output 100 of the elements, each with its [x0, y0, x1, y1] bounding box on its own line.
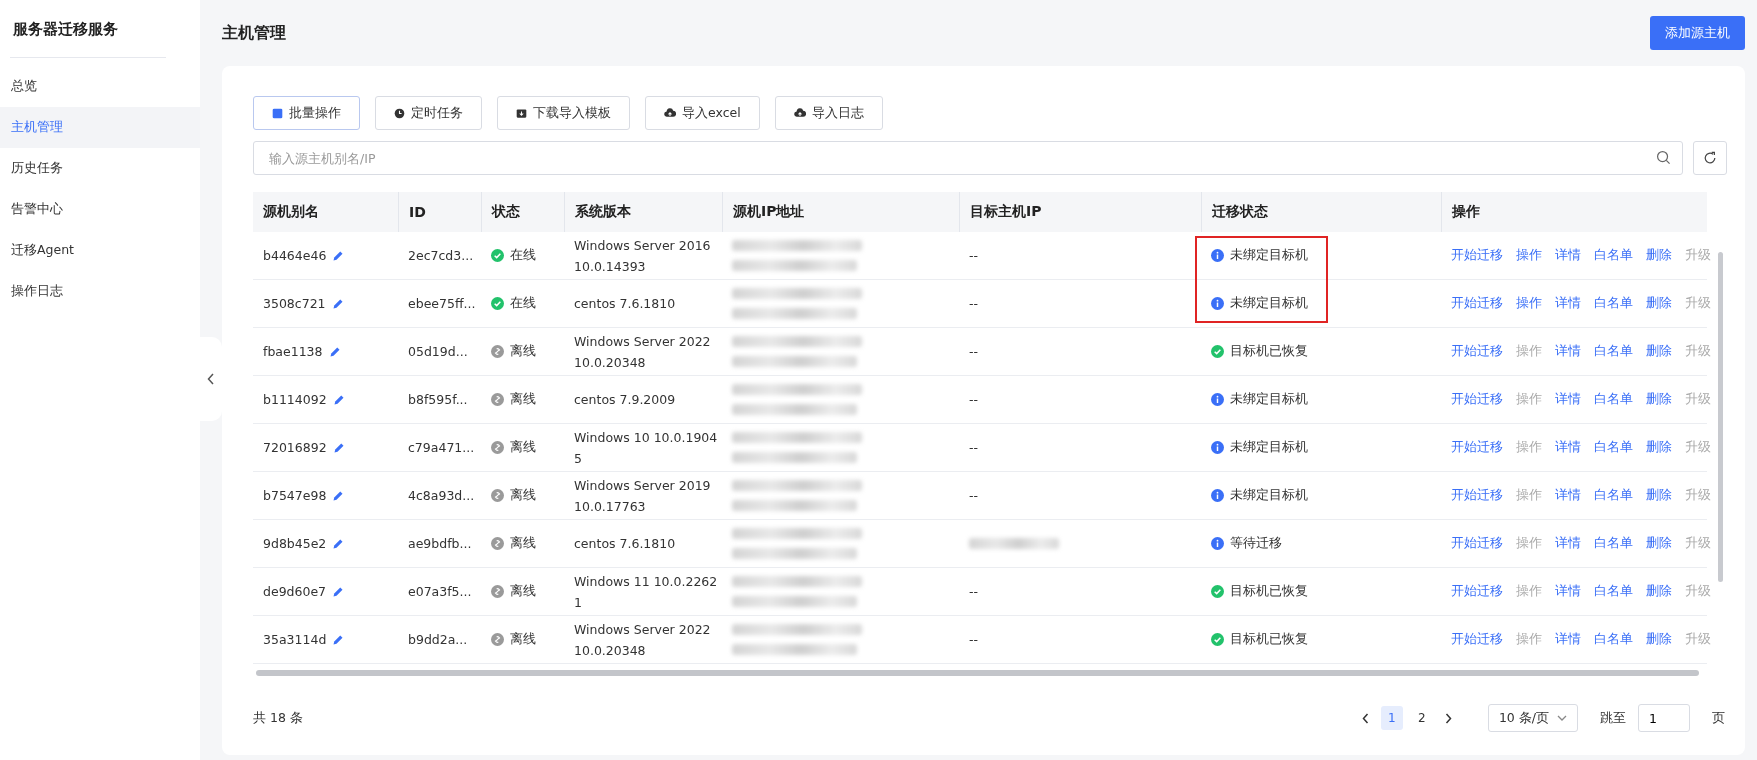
page-button[interactable]: 2 — [1410, 706, 1433, 730]
action-link[interactable]: 白名单 — [1594, 247, 1633, 264]
action-link[interactable]: 开始迁移 — [1451, 295, 1503, 312]
action-link[interactable]: 详情 — [1555, 295, 1581, 312]
sidebar-item[interactable]: 总览 — [0, 66, 200, 107]
clock-icon — [394, 107, 405, 119]
action-link[interactable]: 删除 — [1646, 391, 1672, 408]
host-alias: 9d8b45e2 — [263, 536, 327, 551]
sidebar-item[interactable]: 操作日志 — [0, 271, 200, 312]
chevron-right-icon — [1444, 712, 1452, 724]
action-link[interactable]: 白名单 — [1594, 583, 1633, 600]
jump-label: 跳至 — [1600, 709, 1626, 727]
sidebar-item[interactable]: 迁移Agent — [0, 230, 200, 271]
sidebar-item[interactable]: 告警中心 — [0, 189, 200, 230]
page-size-select[interactable]: 10 条/页 — [1487, 704, 1578, 732]
unlink-icon — [491, 585, 504, 598]
host-id: ebee75ff... — [408, 296, 476, 311]
action-link[interactable]: 操作 — [1516, 247, 1542, 264]
pencil-icon — [332, 489, 345, 502]
action-link[interactable]: 白名单 — [1594, 343, 1633, 360]
page-button[interactable]: 1 — [1380, 706, 1403, 730]
os-version: Windows 10 10.0.19045 — [574, 428, 719, 468]
toolbar-button[interactable]: 下载导入模板 — [497, 96, 630, 130]
column-header: ID — [409, 204, 426, 220]
action-link[interactable]: 详情 — [1555, 391, 1581, 408]
refresh-button[interactable] — [1693, 141, 1727, 175]
action-link[interactable]: 详情 — [1555, 535, 1581, 552]
action-link[interactable]: 详情 — [1555, 343, 1581, 360]
action-link[interactable]: 白名单 — [1594, 535, 1633, 552]
action-link[interactable]: 详情 — [1555, 487, 1581, 504]
status-text: 离线 — [510, 631, 536, 648]
scrollbar[interactable] — [256, 670, 1699, 676]
pencil-icon — [332, 585, 345, 598]
host-alias: de9d60e7 — [263, 584, 327, 599]
pencil-icon — [332, 633, 345, 646]
migration-status: 目标机已恢复 — [1230, 583, 1308, 600]
page-jump-field[interactable]: 1 — [1638, 704, 1690, 732]
action-link[interactable]: 详情 — [1555, 583, 1581, 600]
pencil-icon — [332, 249, 345, 262]
status-text: 离线 — [510, 343, 536, 360]
action-link[interactable]: 删除 — [1646, 295, 1672, 312]
action-link[interactable]: 开始迁移 — [1451, 535, 1503, 552]
check-circle-icon — [1211, 585, 1224, 598]
action-link[interactable]: 开始迁移 — [1451, 631, 1503, 648]
sidebar-item[interactable]: 主机管理 — [0, 107, 200, 148]
action-link[interactable]: 删除 — [1646, 535, 1672, 552]
migration-status: 等待迁移 — [1230, 535, 1282, 552]
action-link[interactable]: 开始迁移 — [1451, 487, 1503, 504]
status-text: 离线 — [510, 487, 536, 504]
toolbar-button[interactable]: 批量操作 — [253, 96, 360, 130]
action-link[interactable]: 开始迁移 — [1451, 391, 1503, 408]
action-link[interactable]: 删除 — [1646, 583, 1672, 600]
action-link[interactable]: 白名单 — [1594, 295, 1633, 312]
toolbar-button[interactable]: 导入excel — [645, 96, 760, 130]
info-icon — [1211, 441, 1224, 454]
target-ip: -- — [969, 584, 979, 599]
action-link[interactable]: 删除 — [1646, 631, 1672, 648]
check-circle-icon — [1211, 345, 1224, 358]
pencil-icon — [328, 345, 341, 358]
action-link[interactable]: 白名单 — [1594, 631, 1633, 648]
target-ip: -- — [969, 344, 979, 359]
action-link[interactable]: 开始迁移 — [1451, 439, 1503, 456]
info-icon — [1211, 249, 1224, 262]
action-link[interactable]: 删除 — [1646, 343, 1672, 360]
toolbar-button[interactable]: 定时任务 — [375, 96, 482, 130]
action-link[interactable]: 白名单 — [1594, 391, 1633, 408]
action-link[interactable]: 详情 — [1555, 631, 1581, 648]
column-header: 状态 — [492, 203, 520, 221]
host-alias: fbae1138 — [263, 344, 323, 359]
column-header: 源机别名 — [263, 203, 319, 221]
scrollbar[interactable] — [1718, 252, 1723, 582]
info-icon — [1211, 537, 1224, 550]
page-suffix: 页 — [1712, 709, 1725, 727]
host-id: b9dd2a... — [408, 632, 468, 647]
info-icon — [1211, 489, 1224, 502]
action-link[interactable]: 删除 — [1646, 247, 1672, 264]
action-link[interactable]: 白名单 — [1594, 487, 1633, 504]
status-text: 离线 — [510, 439, 536, 456]
info-icon — [1211, 393, 1224, 406]
action-link[interactable]: 操作 — [1516, 295, 1542, 312]
action-link[interactable]: 开始迁移 — [1451, 583, 1503, 600]
sidebar-item[interactable]: 历史任务 — [0, 148, 200, 189]
unlink-icon — [491, 633, 504, 646]
action-link[interactable]: 开始迁移 — [1451, 247, 1503, 264]
action-link[interactable]: 开始迁移 — [1451, 343, 1503, 360]
migration-status: 未绑定目标机 — [1230, 295, 1308, 312]
search-field[interactable]: 输入源主机别名/IP — [253, 141, 1683, 175]
search-icon — [1656, 150, 1671, 165]
add-host-button[interactable]: 添加源主机 — [1650, 16, 1745, 50]
action-link[interactable]: 详情 — [1555, 247, 1581, 264]
action-link[interactable]: 详情 — [1555, 439, 1581, 456]
toolbar-button[interactable]: 导入日志 — [774, 96, 883, 130]
unlink-icon — [491, 441, 504, 454]
host-alias: 35a3114d — [263, 632, 327, 647]
host-alias: b4464e46 — [263, 248, 327, 263]
action-link[interactable]: 白名单 — [1594, 439, 1633, 456]
os-version: centos 7.6.1810 — [574, 535, 677, 553]
host-alias: b1114092 — [263, 392, 327, 407]
action-link[interactable]: 删除 — [1646, 439, 1672, 456]
action-link[interactable]: 删除 — [1646, 487, 1672, 504]
